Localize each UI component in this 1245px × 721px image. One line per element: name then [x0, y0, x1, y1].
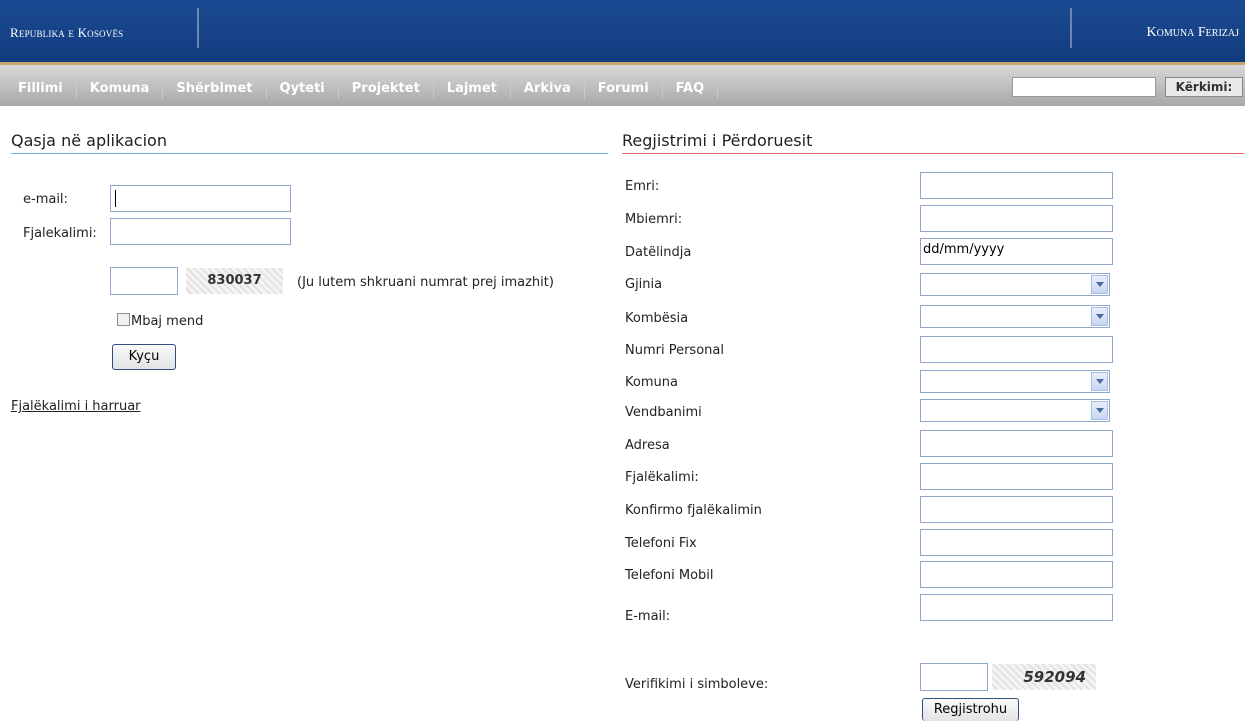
reg-birthdate-label: Datëlindja — [625, 245, 692, 260]
reg-phone-fix-input[interactable] — [920, 529, 1113, 556]
nav-item-qyteti[interactable]: Qyteti — [267, 79, 339, 99]
nav-item-arkiva[interactable]: Arkiva — [511, 79, 585, 99]
reg-captcha-input[interactable] — [920, 663, 988, 691]
login-heading: Qasja në aplikacion — [11, 131, 608, 154]
nav-item-lajmet[interactable]: Lajmet — [434, 79, 511, 99]
reg-gender-label: Gjinia — [625, 277, 663, 292]
reg-captcha-image: 592094 — [992, 664, 1096, 690]
remember-checkbox[interactable] — [117, 313, 130, 326]
reg-verification-label: Verifikimi i simboleve: — [625, 677, 769, 692]
reg-email-label: E-mail: — [625, 609, 671, 624]
main-nav: Fillimi Komuna Shërbimet Qyteti Projekte… — [0, 65, 1245, 106]
remember-label: Mbaj mend — [131, 314, 204, 329]
reg-personal-number-label: Numri Personal — [625, 343, 724, 358]
reg-password-label: Fjalëkalimi: — [625, 470, 699, 485]
reg-municipality-label: Komuna — [625, 375, 678, 390]
reg-residence-select[interactable] — [920, 399, 1110, 422]
nav-item-sherbimet[interactable]: Shërbimet — [163, 79, 267, 99]
nav-item-forumi[interactable]: Forumi — [585, 79, 663, 99]
chevron-down-icon[interactable] — [1091, 401, 1108, 420]
login-password-input[interactable] — [110, 218, 291, 245]
reg-password-input[interactable] — [920, 463, 1113, 490]
nav-item-faq[interactable]: FAQ — [663, 79, 719, 99]
register-button[interactable]: Regjistrohu — [922, 698, 1019, 721]
search-button[interactable]: Kërkimi: — [1165, 77, 1243, 97]
reg-phone-mobile-label: Telefoni Mobil — [625, 568, 714, 583]
reg-nationality-select[interactable] — [920, 305, 1110, 328]
forgot-password-link[interactable]: Fjalëkalimi i harruar — [11, 399, 141, 414]
chevron-down-icon[interactable] — [1091, 275, 1108, 294]
search-input[interactable] — [1012, 77, 1156, 97]
reg-gender-select[interactable] — [920, 273, 1110, 296]
chevron-down-icon[interactable] — [1091, 372, 1108, 391]
reg-nationality-label: Kombësia — [625, 311, 689, 326]
reg-address-input[interactable] — [920, 430, 1113, 457]
reg-confirm-password-input[interactable] — [920, 496, 1113, 523]
reg-surname-label: Mbiemri: — [625, 212, 683, 227]
reg-personal-number-input[interactable] — [920, 336, 1113, 363]
login-password-label: Fjalekalimi: — [23, 226, 97, 241]
login-button[interactable]: Kyçu — [112, 344, 176, 370]
nav-item-fillimi[interactable]: Fillimi — [10, 79, 77, 99]
reg-phone-mobile-input[interactable] — [920, 561, 1113, 588]
login-captcha-hint: (Ju lutem shkruani numrat prej imazhit) — [297, 275, 554, 290]
reg-birthdate-input[interactable]: dd/mm/yyyy — [920, 238, 1113, 265]
reg-surname-input[interactable] — [920, 205, 1113, 232]
login-email-input[interactable] — [110, 185, 291, 212]
reg-municipality-select[interactable] — [920, 370, 1110, 393]
nav-menu: Fillimi Komuna Shërbimet Qyteti Projekte… — [10, 79, 719, 99]
login-captcha-input[interactable] — [110, 267, 178, 295]
reg-phone-fix-label: Telefoni Fix — [625, 536, 697, 551]
chevron-down-icon[interactable] — [1091, 307, 1108, 326]
header-divider-right — [1070, 8, 1072, 48]
register-heading: Regjistrimi i Përdoruesit — [622, 131, 1244, 154]
reg-name-label: Emri: — [625, 179, 660, 194]
reg-confirm-password-label: Konfirmo fjalëkalimin — [625, 503, 762, 518]
header-divider-left — [197, 8, 199, 48]
municipality-title: Komuna Ferizaj — [1146, 25, 1239, 40]
site-header: Republika e Kosovës Komuna Ferizaj — [0, 0, 1245, 65]
reg-residence-label: Vendbanimi — [625, 405, 702, 420]
nav-item-komuna[interactable]: Komuna — [77, 79, 164, 99]
login-captcha-image: 830037 — [186, 268, 283, 294]
reg-name-input[interactable] — [920, 172, 1113, 199]
nav-item-projektet[interactable]: Projektet — [339, 79, 434, 99]
text-cursor — [115, 190, 116, 207]
reg-address-label: Adresa — [625, 438, 670, 453]
republic-title: Republika e Kosovës — [10, 25, 124, 40]
login-email-label: e-mail: — [23, 192, 68, 207]
reg-email-input[interactable] — [920, 594, 1113, 621]
